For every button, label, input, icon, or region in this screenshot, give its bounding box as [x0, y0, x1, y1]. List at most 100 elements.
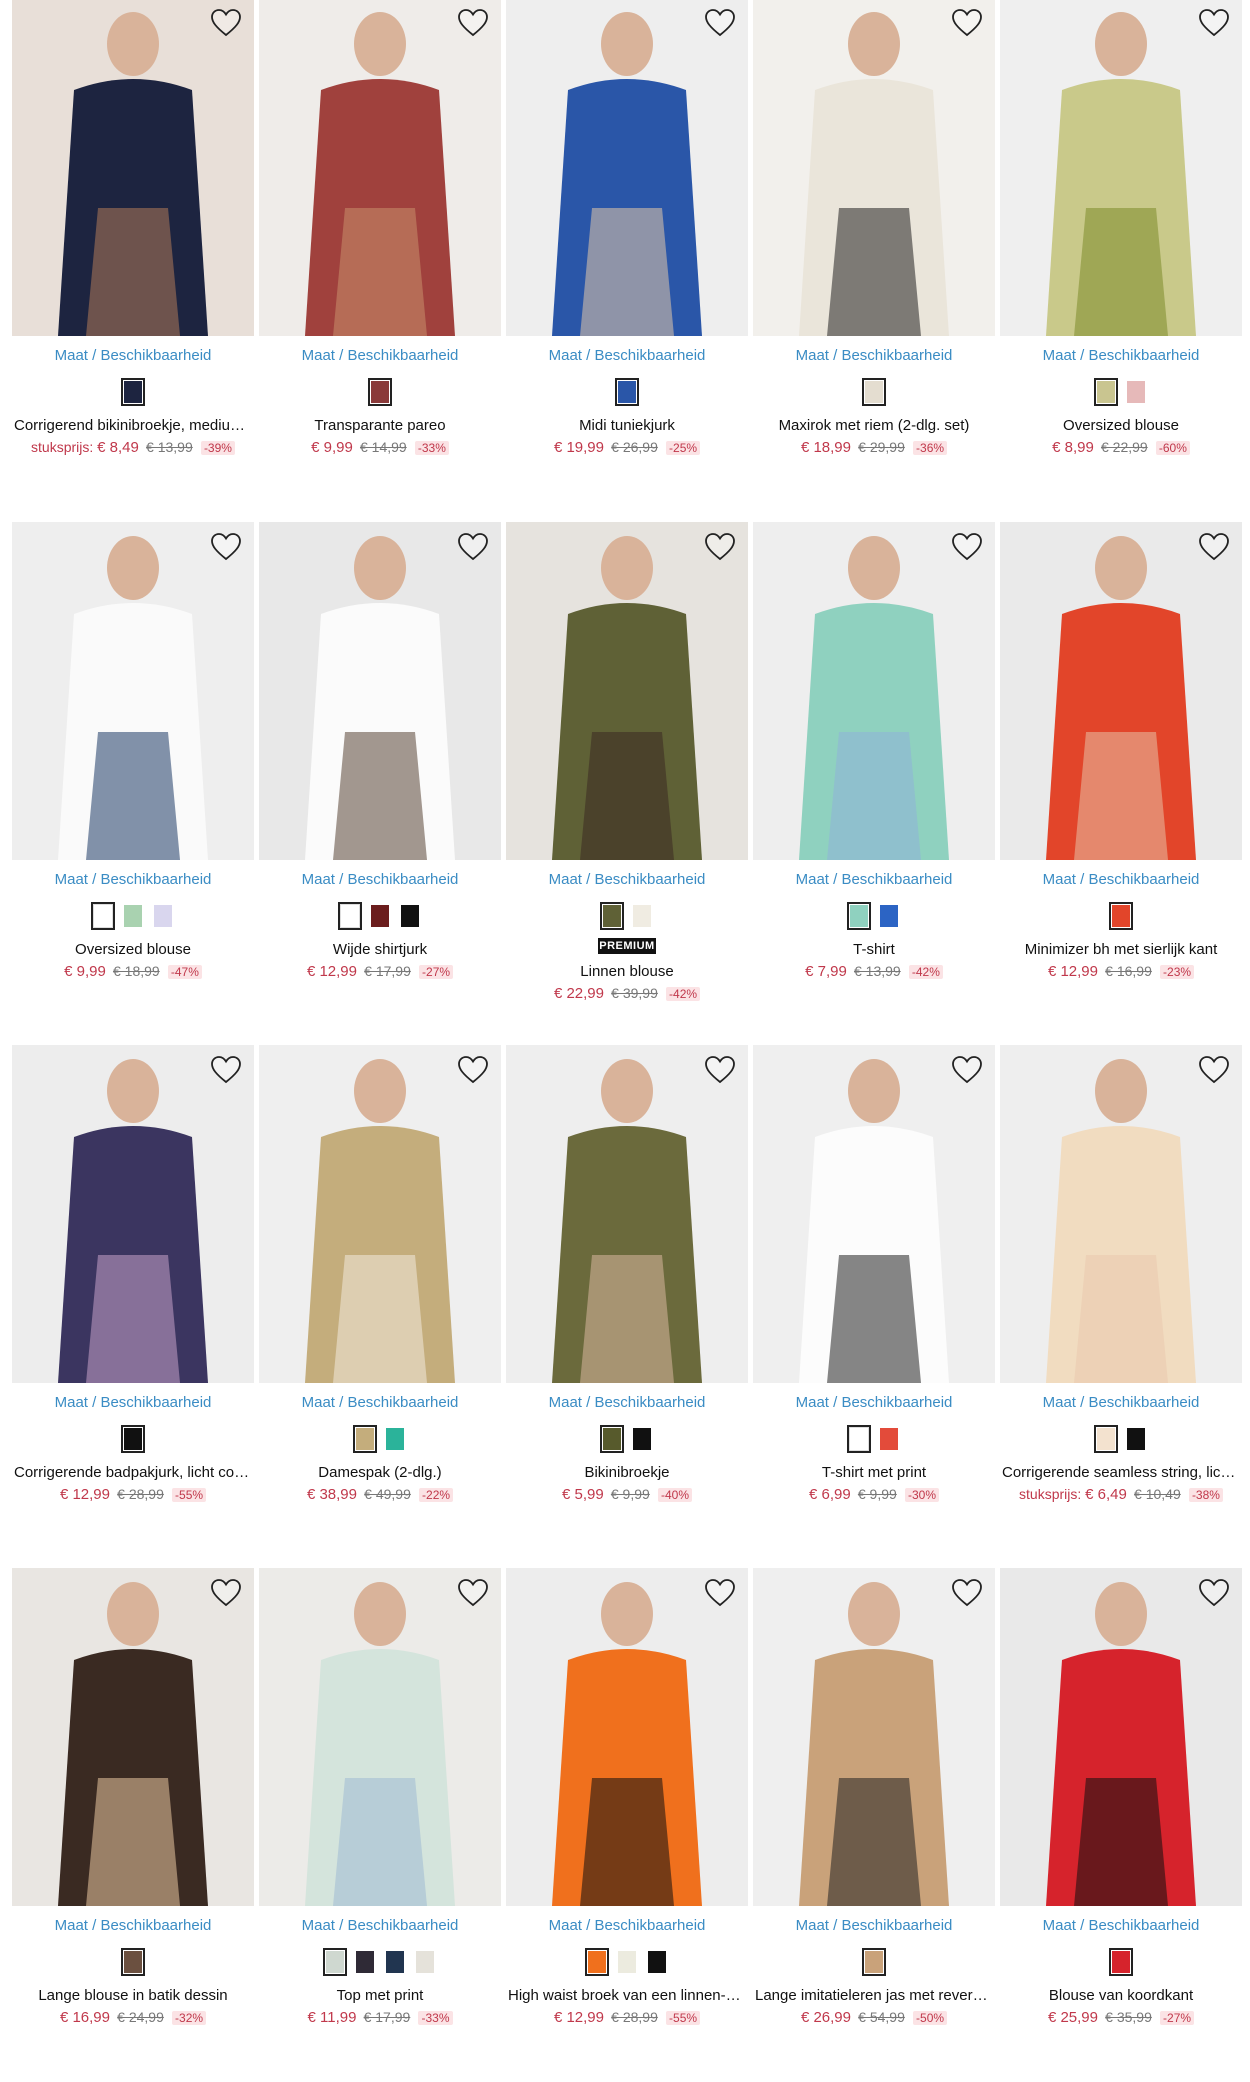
- product-image[interactable]: [12, 0, 254, 336]
- product-name[interactable]: Wijde shirtjurk: [259, 940, 501, 960]
- product-card[interactable]: Maat / Beschikbaarheid T-shirt met print…: [753, 1045, 995, 1504]
- color-swatch[interactable]: [121, 1948, 145, 1976]
- product-name[interactable]: Bikinibroekje: [506, 1463, 748, 1483]
- color-swatch[interactable]: [585, 1948, 609, 1976]
- product-name[interactable]: Blouse van koordkant: [1000, 1986, 1242, 2006]
- product-image[interactable]: [12, 1568, 254, 1906]
- size-availability-link[interactable]: Maat / Beschikbaarheid: [12, 346, 254, 366]
- product-card[interactable]: Maat / Beschikbaarheid Bikinibroekje € 5…: [506, 1045, 748, 1504]
- product-image[interactable]: [1000, 522, 1242, 860]
- product-name[interactable]: Corrigerende seamless string, licht corr…: [1000, 1463, 1242, 1483]
- size-availability-link[interactable]: Maat / Beschikbaarheid: [753, 870, 995, 890]
- wishlist-heart-icon[interactable]: [210, 1578, 242, 1608]
- size-availability-link[interactable]: Maat / Beschikbaarheid: [506, 1393, 748, 1413]
- wishlist-heart-icon[interactable]: [951, 1578, 983, 1608]
- color-swatch[interactable]: [615, 378, 639, 406]
- wishlist-heart-icon[interactable]: [951, 8, 983, 38]
- product-name[interactable]: Transparante pareo: [259, 416, 501, 436]
- color-swatch[interactable]: [323, 1948, 347, 1976]
- wishlist-heart-icon[interactable]: [704, 8, 736, 38]
- size-availability-link[interactable]: Maat / Beschikbaarheid: [1000, 1393, 1242, 1413]
- product-image[interactable]: [259, 1568, 501, 1906]
- product-name[interactable]: T-shirt met print: [753, 1463, 995, 1483]
- product-card[interactable]: Maat / Beschikbaarheid Maxirok met riem …: [753, 0, 995, 457]
- product-card[interactable]: Maat / Beschikbaarheid Wijde shirtjurk €…: [259, 522, 501, 981]
- color-swatch[interactable]: [877, 1425, 901, 1453]
- color-swatch[interactable]: [1094, 1425, 1118, 1453]
- wishlist-heart-icon[interactable]: [457, 1578, 489, 1608]
- product-image[interactable]: [1000, 1045, 1242, 1383]
- size-availability-link[interactable]: Maat / Beschikbaarheid: [12, 1916, 254, 1936]
- color-swatch[interactable]: [383, 1425, 407, 1453]
- wishlist-heart-icon[interactable]: [210, 532, 242, 562]
- product-card[interactable]: Maat / Beschikbaarheid Corrigerende badp…: [12, 1045, 254, 1504]
- color-swatch[interactable]: [615, 1948, 639, 1976]
- product-name[interactable]: Corrigerende badpakjurk, licht corrigere…: [12, 1463, 254, 1483]
- product-card[interactable]: Maat / Beschikbaarheid Lange blouse in b…: [12, 1568, 254, 2027]
- color-swatch[interactable]: [413, 1948, 437, 1976]
- product-image[interactable]: [753, 522, 995, 860]
- color-swatch[interactable]: [1094, 378, 1118, 406]
- color-swatch[interactable]: [1124, 1425, 1148, 1453]
- product-name[interactable]: Oversized blouse: [1000, 416, 1242, 436]
- size-availability-link[interactable]: Maat / Beschikbaarheid: [12, 1393, 254, 1413]
- product-card[interactable]: Maat / Beschikbaarheid Damespak (2-dlg.)…: [259, 1045, 501, 1504]
- wishlist-heart-icon[interactable]: [1198, 1578, 1230, 1608]
- product-image[interactable]: [506, 522, 748, 860]
- color-swatch[interactable]: [121, 378, 145, 406]
- wishlist-heart-icon[interactable]: [457, 532, 489, 562]
- product-card[interactable]: Maat / Beschikbaarheid PREMIUM Linnen bl…: [506, 522, 748, 1003]
- product-image[interactable]: [753, 0, 995, 336]
- color-swatch[interactable]: [91, 902, 115, 930]
- color-swatch[interactable]: [1109, 902, 1133, 930]
- product-name[interactable]: Oversized blouse: [12, 940, 254, 960]
- wishlist-heart-icon[interactable]: [457, 8, 489, 38]
- product-name[interactable]: Lange blouse in batik dessin: [12, 1986, 254, 2006]
- size-availability-link[interactable]: Maat / Beschikbaarheid: [259, 346, 501, 366]
- size-availability-link[interactable]: Maat / Beschikbaarheid: [1000, 346, 1242, 366]
- product-card[interactable]: Maat / Beschikbaarheid Corrigerende seam…: [1000, 1045, 1242, 1504]
- product-name[interactable]: Minimizer bh met sierlijk kant: [1000, 940, 1242, 960]
- color-swatch[interactable]: [600, 902, 624, 930]
- wishlist-heart-icon[interactable]: [1198, 8, 1230, 38]
- product-name[interactable]: High waist broek van een linnen-viscose …: [506, 1986, 748, 2006]
- color-swatch[interactable]: [1124, 378, 1148, 406]
- color-swatch[interactable]: [121, 1425, 145, 1453]
- size-availability-link[interactable]: Maat / Beschikbaarheid: [506, 346, 748, 366]
- color-swatch[interactable]: [630, 1425, 654, 1453]
- product-name[interactable]: Corrigerend bikinibroekje, medium shape: [12, 416, 254, 436]
- color-swatch[interactable]: [398, 902, 422, 930]
- product-card[interactable]: Maat / Beschikbaarheid T-shirt € 7,99 € …: [753, 522, 995, 981]
- color-swatch[interactable]: [353, 1425, 377, 1453]
- size-availability-link[interactable]: Maat / Beschikbaarheid: [753, 346, 995, 366]
- color-swatch[interactable]: [600, 1425, 624, 1453]
- product-image[interactable]: [1000, 1568, 1242, 1906]
- size-availability-link[interactable]: Maat / Beschikbaarheid: [753, 1916, 995, 1936]
- product-image[interactable]: [753, 1568, 995, 1906]
- product-image[interactable]: [1000, 0, 1242, 336]
- size-availability-link[interactable]: Maat / Beschikbaarheid: [506, 1916, 748, 1936]
- wishlist-heart-icon[interactable]: [210, 1055, 242, 1085]
- size-availability-link[interactable]: Maat / Beschikbaarheid: [1000, 1916, 1242, 1936]
- wishlist-heart-icon[interactable]: [704, 1578, 736, 1608]
- color-swatch[interactable]: [862, 1948, 886, 1976]
- color-swatch[interactable]: [862, 378, 886, 406]
- wishlist-heart-icon[interactable]: [704, 532, 736, 562]
- product-card[interactable]: Maat / Beschikbaarheid Midi tuniekjurk €…: [506, 0, 748, 457]
- product-image[interactable]: [506, 0, 748, 336]
- wishlist-heart-icon[interactable]: [457, 1055, 489, 1085]
- color-swatch[interactable]: [383, 1948, 407, 1976]
- wishlist-heart-icon[interactable]: [951, 532, 983, 562]
- color-swatch[interactable]: [368, 378, 392, 406]
- color-swatch[interactable]: [353, 1948, 377, 1976]
- product-name[interactable]: Lange imitatieleren jas met revers, geta…: [753, 1986, 995, 2006]
- product-card[interactable]: Maat / Beschikbaarheid Corrigerend bikin…: [12, 0, 254, 457]
- wishlist-heart-icon[interactable]: [1198, 532, 1230, 562]
- product-image[interactable]: [12, 522, 254, 860]
- product-card[interactable]: Maat / Beschikbaarheid Transparante pare…: [259, 0, 501, 457]
- size-availability-link[interactable]: Maat / Beschikbaarheid: [12, 870, 254, 890]
- color-swatch[interactable]: [338, 902, 362, 930]
- product-card[interactable]: Maat / Beschikbaarheid Lange imitatieler…: [753, 1568, 995, 2027]
- color-swatch[interactable]: [847, 1425, 871, 1453]
- size-availability-link[interactable]: Maat / Beschikbaarheid: [506, 870, 748, 890]
